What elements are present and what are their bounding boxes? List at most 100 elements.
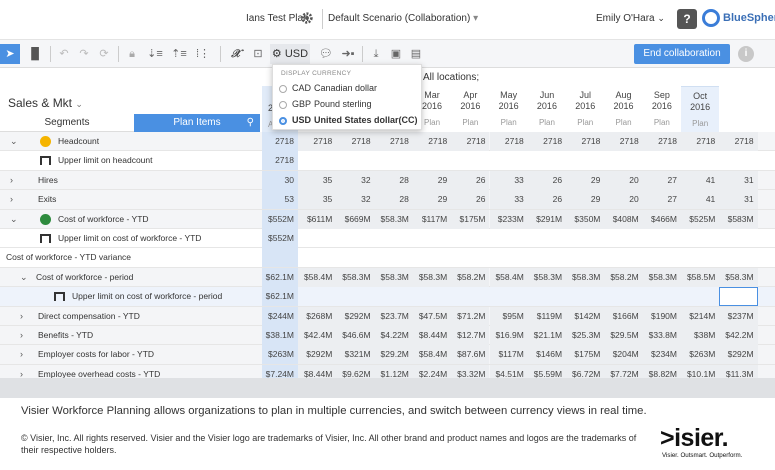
table-cell[interactable]: $263M <box>262 345 298 365</box>
table-cell[interactable] <box>413 287 451 306</box>
table-cell[interactable] <box>566 287 604 306</box>
chevron-down-icon[interactable]: ⌄ <box>10 210 18 229</box>
table-cell[interactable]: $8.44M <box>412 326 452 345</box>
table-cell[interactable] <box>413 229 451 248</box>
table-cell[interactable]: $268M <box>298 306 337 326</box>
table-cell[interactable]: $146M <box>527 345 567 365</box>
table-cell[interactable] <box>604 229 642 248</box>
table-cell[interactable]: $408M <box>604 209 643 229</box>
chevron-right-icon[interactable]: › <box>10 190 13 209</box>
table-cell[interactable]: $16.9M <box>489 326 528 345</box>
table-cell[interactable]: $552M <box>262 209 298 229</box>
table-row[interactable]: ⌄ Cost of workforce - period $62.1M $58.4M $… <box>0 267 775 288</box>
table-row[interactable]: Upper limit on cost of workforce - perio… <box>0 287 775 307</box>
table-cell[interactable] <box>681 287 719 306</box>
table-cell[interactable] <box>451 248 489 267</box>
table-cell[interactable]: 53 <box>262 190 298 210</box>
table-cell[interactable]: $292M <box>298 345 337 365</box>
table-cell[interactable] <box>566 229 604 248</box>
table-cell[interactable]: $4.22M <box>374 326 413 345</box>
table-cell[interactable]: $71.2M <box>451 306 490 326</box>
table-cell[interactable]: 2718 <box>604 132 643 151</box>
table-cell[interactable]: $204M <box>604 345 643 365</box>
table-cell[interactable] <box>528 151 566 170</box>
table-cell[interactable]: $244M <box>262 306 298 326</box>
table-cell[interactable]: 33 <box>489 170 528 190</box>
table-cell[interactable]: 2718 <box>412 132 452 151</box>
table-cell[interactable] <box>375 229 413 248</box>
column-header[interactable]: Sep 2016 Plan <box>643 86 681 132</box>
table-cell[interactable]: 26 <box>451 170 490 190</box>
table-cell[interactable]: 31 <box>719 190 758 210</box>
table-cell[interactable]: 28 <box>374 170 413 190</box>
table-cell[interactable] <box>451 151 489 170</box>
segment-selector[interactable]: Sales & Mkt ⌄ <box>8 96 83 110</box>
help-icon[interactable]: ? <box>677 9 697 29</box>
table-cell[interactable] <box>566 248 604 267</box>
column-header[interactable]: Jul 2016 Plan <box>566 86 604 132</box>
table-cell[interactable] <box>298 248 336 267</box>
sort-down-icon[interactable]: ⇣≡ <box>146 44 164 64</box>
table-cell[interactable]: $38M <box>681 326 720 345</box>
table-cell[interactable] <box>681 151 719 170</box>
table-cell[interactable]: 2718 <box>262 151 298 171</box>
table-cell[interactable]: $214M <box>681 306 720 326</box>
table-cell[interactable]: $42.2M <box>719 326 758 345</box>
table-cell[interactable]: 35 <box>298 170 337 190</box>
table-row[interactable]: Upper limit on headcount 2718 <box>0 151 775 171</box>
presentation-icon[interactable]: ▤ <box>408 44 424 64</box>
table-cell[interactable]: 26 <box>527 170 567 190</box>
table-cell[interactable]: $234M <box>642 345 681 365</box>
table-cell[interactable]: $58.4M <box>489 267 528 287</box>
table-cell[interactable]: $38.1M <box>262 326 298 345</box>
table-cell[interactable]: $142M <box>566 306 605 326</box>
table-cell[interactable]: $292M <box>719 345 758 365</box>
table-cell[interactable]: $350M <box>566 209 605 229</box>
table-cell[interactable] <box>566 151 604 170</box>
table-cell[interactable]: $552M <box>262 229 298 248</box>
table-row[interactable]: › Hires 30 35 32 28 29 26 33 26 29 20 27 41 31 <box>0 170 775 191</box>
table-cell[interactable]: 2718 <box>566 132 605 151</box>
assign-icon[interactable]: ➜▪ <box>340 44 356 64</box>
distribute-icon[interactable]: ⁞⋮ <box>194 44 212 64</box>
currency-button[interactable]: ⚙︎ USD <box>270 44 310 64</box>
table-cell[interactable] <box>681 229 719 248</box>
table-cell[interactable]: $46.6M <box>336 326 375 345</box>
table-cell[interactable] <box>490 287 528 306</box>
undo-icon[interactable]: ↶ <box>56 44 72 64</box>
column-header[interactable]: Oct 2016 Plan <box>681 86 720 132</box>
table-cell[interactable]: $321M <box>336 345 375 365</box>
info-icon[interactable]: i <box>738 46 754 62</box>
table-cell[interactable]: $58.3M <box>412 267 452 287</box>
table-cell[interactable] <box>413 151 451 170</box>
table-cell[interactable]: $29.2M <box>374 345 413 365</box>
table-cell[interactable]: $58.5M <box>681 267 720 287</box>
download-icon[interactable]: ⤓ <box>368 44 384 64</box>
table-cell[interactable] <box>413 248 451 267</box>
table-row[interactable]: › Employer costs for labor - YTD $263M $292… <box>0 345 775 365</box>
table-cell[interactable]: $58.4M <box>412 345 452 365</box>
table-cell[interactable]: 2718 <box>527 132 567 151</box>
table-cell[interactable] <box>375 151 413 170</box>
table-row[interactable]: ⌄ Cost of workforce - YTD $552M $611M $669M $… <box>0 209 775 229</box>
table-cell[interactable] <box>643 287 681 306</box>
column-header[interactable]: Aug 2016 Plan <box>604 86 642 132</box>
table-cell[interactable]: 41 <box>681 170 720 190</box>
table-cell[interactable]: $12.7M <box>451 326 490 345</box>
table-cell[interactable]: 28 <box>374 190 413 210</box>
table-cell[interactable] <box>336 287 374 306</box>
table-cell[interactable]: $58.3M <box>719 267 758 287</box>
table-cell[interactable] <box>451 229 489 248</box>
table-cell[interactable]: $263M <box>681 345 720 365</box>
table-cell[interactable]: 2718 <box>262 132 298 151</box>
table-cell[interactable]: $62.1M <box>262 267 298 287</box>
table-cell[interactable]: $21.1M <box>527 326 567 345</box>
table-cell[interactable] <box>528 287 566 306</box>
table-cell[interactable]: 26 <box>451 190 490 210</box>
table-cell[interactable] <box>604 248 642 267</box>
table-cell[interactable]: $47.5M <box>412 306 452 326</box>
table-cell[interactable]: $25.3M <box>566 326 605 345</box>
table-cell[interactable] <box>528 229 566 248</box>
table-cell[interactable]: 27 <box>642 190 681 210</box>
table-cell[interactable] <box>604 287 642 306</box>
